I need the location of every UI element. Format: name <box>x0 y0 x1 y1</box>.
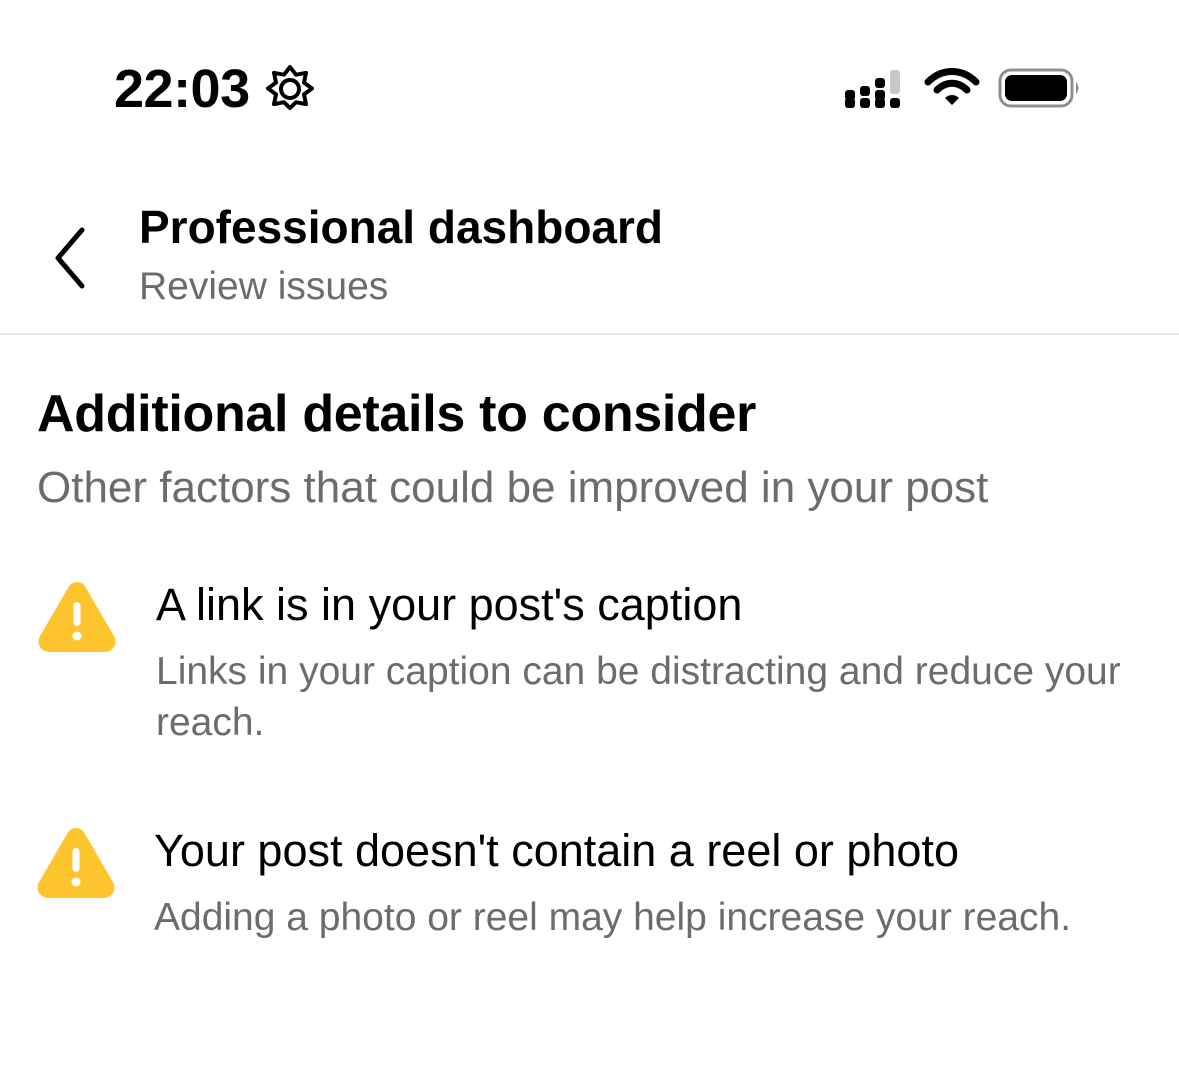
cellular-signal-icon <box>845 70 900 108</box>
section-title: Additional details to consider <box>37 385 757 443</box>
warning-icon <box>38 582 116 652</box>
status-bar: 22:03 <box>0 0 1179 180</box>
page-subtitle: Review issues <box>139 265 389 308</box>
header-bar: Professional dashboard Review issues <box>0 180 1179 335</box>
issue-title: Your post doesn't contain a reel or phot… <box>154 825 959 876</box>
chevron-left-icon <box>55 227 85 289</box>
warning-icon <box>37 828 115 898</box>
review-issues-screen: 22:03 Professional dashboard Review issu… <box>0 0 1179 1080</box>
page-title: Professional dashboard <box>139 201 664 253</box>
battery-icon <box>998 68 1079 108</box>
status-time: 22:03 <box>114 59 250 119</box>
issue-title: A link is in your post's caption <box>156 579 743 630</box>
focus-mode-icon <box>266 64 314 111</box>
back-button[interactable] <box>38 216 102 296</box>
section-subtitle: Other factors that could be improved in … <box>37 463 989 512</box>
issue-description: Links in your caption can be distracting… <box>156 650 1121 744</box>
issue-description: Adding a photo or reel may help increase… <box>154 896 1072 939</box>
wifi-icon <box>924 68 980 105</box>
issue-item-link-in-caption: A link is in your post's caption Links i… <box>0 574 1179 754</box>
issue-item-no-reel-or-photo: Your post doesn't contain a reel or phot… <box>0 820 1179 1000</box>
